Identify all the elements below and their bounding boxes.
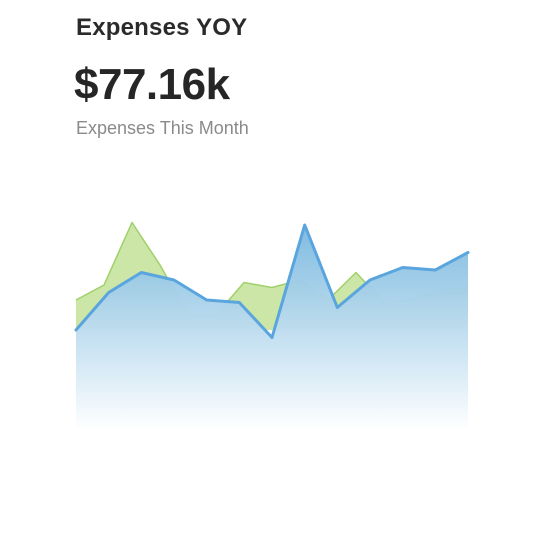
expenses-area-chart [74, 221, 470, 430]
expenses-widget: Expenses YOY $77.16k Expenses This Month [0, 0, 542, 542]
